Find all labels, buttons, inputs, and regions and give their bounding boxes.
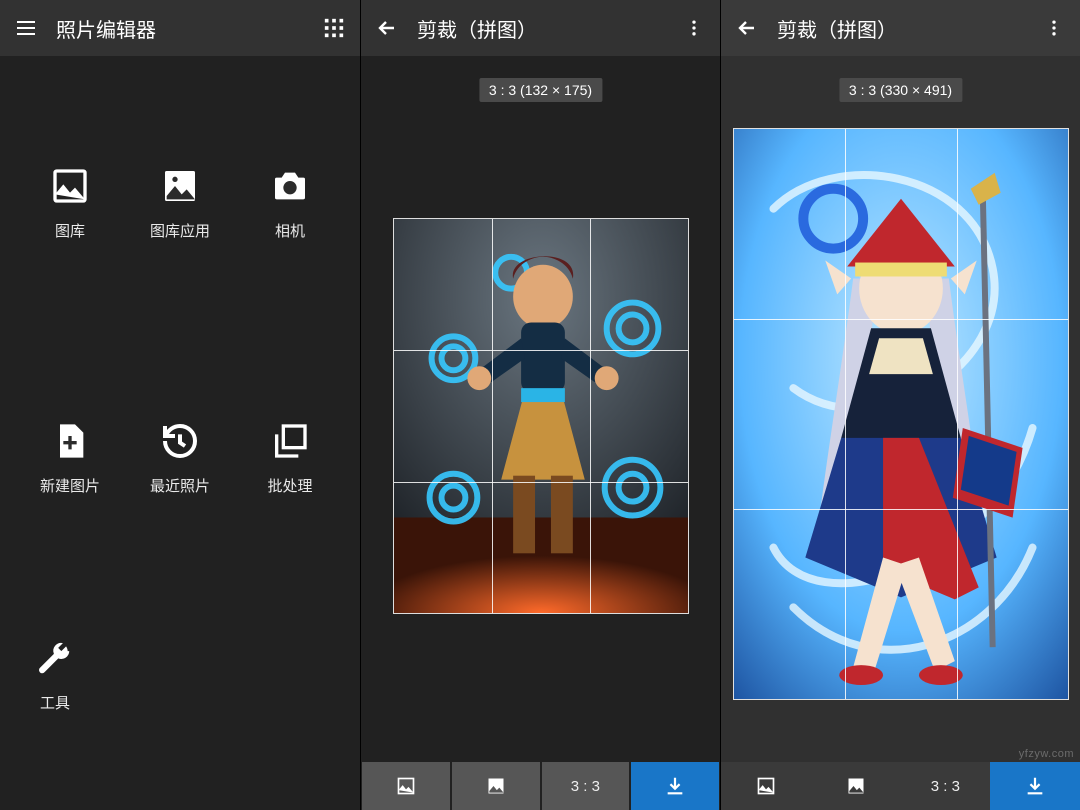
artwork-2 bbox=[734, 129, 1068, 699]
action-label: 批处理 bbox=[267, 475, 312, 496]
action-label: 相机 bbox=[275, 220, 305, 241]
menu-icon[interactable] bbox=[12, 14, 40, 42]
bottombar-right: 3 : 3 bbox=[721, 762, 1080, 810]
bottom-download-button[interactable] bbox=[631, 762, 719, 810]
topbar-mid: 剪裁（拼图） bbox=[361, 0, 720, 56]
action-grid: 图库 图库应用 相机 bbox=[0, 56, 360, 496]
crop-panel-2: 剪裁（拼图） 3 : 3 (330 × 491) bbox=[720, 0, 1080, 810]
ratio-text: 3 : 3 bbox=[571, 778, 600, 795]
topbar-left: 照片编辑器 bbox=[0, 0, 360, 56]
app-title: 照片编辑器 bbox=[56, 14, 304, 43]
topbar-right: 剪裁（拼图） bbox=[721, 0, 1080, 56]
back-arrow-icon[interactable] bbox=[733, 14, 761, 42]
action-recent[interactable]: 最近照片 bbox=[150, 421, 210, 496]
bottom-gallery-button[interactable] bbox=[362, 762, 450, 810]
action-new-image[interactable]: 新建图片 bbox=[40, 421, 100, 496]
crop-title: 剪裁（拼图） bbox=[417, 14, 664, 43]
action-gallery-app[interactable]: 图库应用 bbox=[150, 166, 210, 241]
bottom-ratio-button[interactable]: 3 : 3 bbox=[901, 762, 991, 810]
ratio-badge: 3 : 3 (132 × 175) bbox=[479, 78, 602, 102]
wrench-icon bbox=[36, 640, 74, 678]
more-vert-icon[interactable] bbox=[680, 14, 708, 42]
new-file-icon bbox=[50, 421, 90, 461]
stack-icon bbox=[270, 421, 310, 461]
bottom-image-button[interactable] bbox=[452, 762, 540, 810]
ratio-badge: 3 : 3 (330 × 491) bbox=[839, 78, 962, 102]
action-label: 图库 bbox=[55, 220, 85, 241]
crop-canvas[interactable] bbox=[393, 218, 689, 614]
action-label: 图库应用 bbox=[150, 220, 210, 241]
image-icon bbox=[50, 166, 90, 206]
action-label: 最近照片 bbox=[150, 475, 210, 496]
back-arrow-icon[interactable] bbox=[373, 14, 401, 42]
action-batch[interactable]: 批处理 bbox=[267, 421, 312, 496]
watermark-text: yfzyw.com bbox=[1019, 748, 1074, 760]
bottom-image-button[interactable] bbox=[811, 762, 901, 810]
action-camera[interactable]: 相机 bbox=[270, 166, 310, 241]
action-gallery[interactable]: 图库 bbox=[50, 166, 90, 241]
crop-canvas[interactable] bbox=[733, 128, 1069, 700]
bottom-download-button[interactable] bbox=[990, 762, 1080, 810]
ratio-text: 3 : 3 bbox=[931, 778, 960, 795]
bottombar-mid: 3 : 3 bbox=[361, 762, 720, 810]
crop-title: 剪裁（拼图） bbox=[777, 14, 1024, 43]
photo-editor-home: 照片编辑器 图库 bbox=[0, 0, 360, 810]
crop-panel-1: 剪裁（拼图） 3 : 3 (132 × 175) bbox=[360, 0, 720, 810]
tools-label: 工具 bbox=[40, 692, 70, 713]
history-icon bbox=[160, 421, 200, 461]
action-tools[interactable]: 工具 bbox=[36, 640, 74, 713]
camera-icon bbox=[270, 166, 310, 206]
photo-icon bbox=[160, 166, 200, 206]
action-label: 新建图片 bbox=[40, 475, 100, 496]
apps-grid-icon[interactable] bbox=[320, 14, 348, 42]
bottom-ratio-button[interactable]: 3 : 3 bbox=[542, 762, 630, 810]
more-vert-icon[interactable] bbox=[1040, 14, 1068, 42]
artwork-1 bbox=[394, 219, 688, 613]
bottom-gallery-button[interactable] bbox=[721, 762, 811, 810]
